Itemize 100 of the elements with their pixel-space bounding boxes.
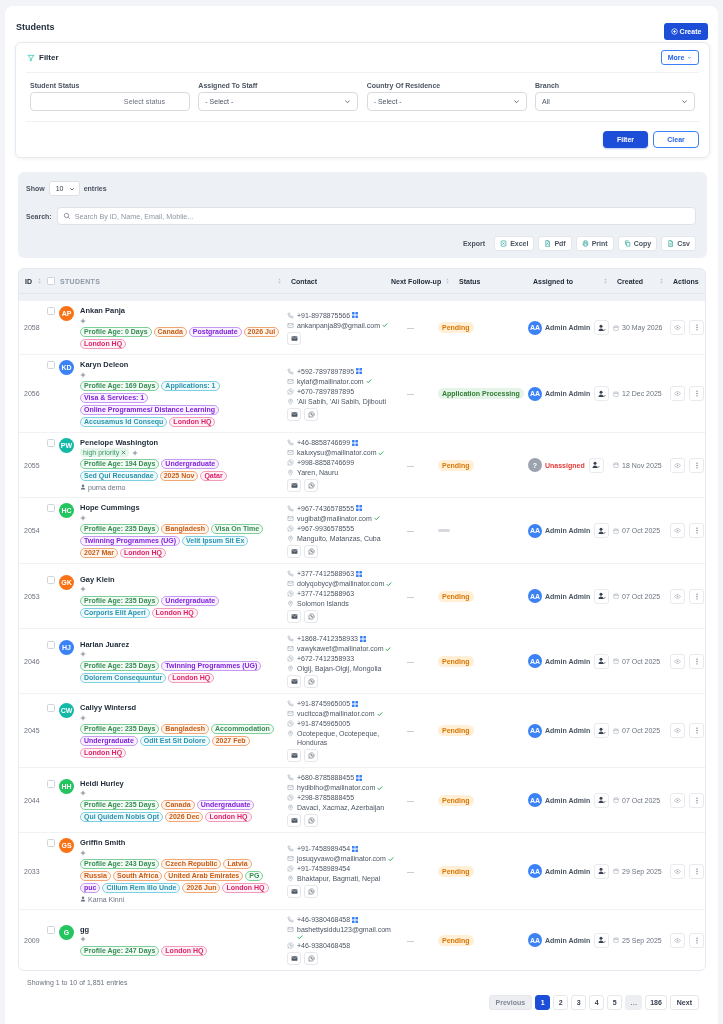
row-checkbox[interactable] [47,704,55,712]
eye-icon [674,461,681,469]
more-actions-button[interactable] [689,457,704,473]
funnel-icon [27,53,35,62]
assign-button[interactable] [594,723,610,738]
plus-icon[interactable] [80,371,86,378]
assign-button[interactable] [588,457,604,473]
view-button[interactable] [670,792,685,808]
plus-icon[interactable] [80,936,86,942]
location-pin-icon [287,534,294,542]
view-button[interactable] [670,932,685,948]
email-button[interactable] [287,407,301,421]
user-check-icon [597,796,606,804]
chat-bubble-icon [287,524,294,532]
chat-bubble-icon [307,955,315,962]
more-actions-button[interactable] [689,653,704,669]
plus-circle-icon [670,28,678,35]
view-button[interactable] [670,523,685,538]
row-checkbox[interactable] [47,575,55,584]
chevron-down-icon [681,98,688,105]
row-checkbox[interactable] [47,504,55,512]
more-actions-button[interactable] [689,723,704,738]
assign-button[interactable] [594,653,610,669]
eye-icon [674,867,681,875]
grid-icon [352,700,359,707]
phone-icon [287,439,294,446]
row-checkbox[interactable] [47,640,55,649]
select-all-checkbox[interactable] [47,277,55,285]
assign-button[interactable] [594,386,610,401]
row-checkbox[interactable] [47,307,55,315]
assign-button[interactable] [594,863,610,879]
row-checkbox[interactable] [47,439,55,447]
user-check-icon [597,592,606,600]
user-check-icon [597,867,606,875]
assign-button[interactable] [594,523,610,538]
plus-icon[interactable] [80,714,86,721]
user-check-icon [592,461,601,469]
email-button[interactable] [287,814,301,827]
close-icon[interactable] [121,450,127,455]
phone-icon [287,916,294,923]
plus-icon[interactable] [80,586,86,592]
email-button[interactable] [287,479,301,492]
user-check-icon [597,389,606,398]
plus-icon[interactable] [80,514,86,521]
chat-bubble-icon [287,865,294,872]
eye-icon [674,527,681,534]
envelope-icon [290,482,298,489]
email-button[interactable] [287,544,301,558]
email-button[interactable] [287,610,301,623]
envelope-icon [287,645,294,652]
assign-button[interactable] [594,320,610,335]
plus-icon[interactable] [80,317,86,324]
email-button[interactable] [287,749,301,762]
chat-bubble-icon [307,482,315,489]
row-checkbox[interactable] [47,361,55,369]
envelope-icon [287,580,294,587]
kebab-menu-icon [695,527,698,534]
chat-bubble-icon [287,655,294,662]
envelope-icon [290,955,298,962]
more-actions-button[interactable] [689,932,704,948]
row-checkbox[interactable] [47,779,55,788]
view-button[interactable] [670,723,685,738]
envelope-icon [287,377,294,385]
view-button[interactable] [670,320,685,335]
kebab-menu-icon [695,461,698,469]
view-button[interactable] [670,588,685,604]
email-button[interactable] [287,952,301,965]
more-actions-button[interactable] [689,792,704,808]
grid-icon [356,774,363,781]
view-button[interactable] [670,386,685,401]
chat-bubble-icon [287,720,294,727]
calendar-icon [613,937,619,943]
more-actions-button[interactable] [689,320,704,335]
view-button[interactable] [670,863,685,879]
assign-button[interactable] [594,792,610,808]
email-button[interactable] [287,675,301,688]
location-pin-icon [287,804,294,811]
phone-icon [287,367,294,375]
envelope-icon [290,547,298,555]
row-checkbox[interactable] [47,839,55,847]
eye-icon [674,657,681,665]
grid-icon [356,368,363,374]
location-pin-icon [287,469,294,476]
plus-icon[interactable] [80,849,86,856]
email-button[interactable] [287,885,301,898]
row-checkbox[interactable] [47,925,55,934]
grid-icon [352,916,359,923]
assign-button[interactable] [594,588,610,604]
more-actions-button[interactable] [689,386,704,401]
plus-icon[interactable] [80,790,86,796]
assign-button[interactable] [594,932,610,948]
more-actions-button[interactable] [689,588,704,604]
view-button[interactable] [670,653,685,669]
more-actions-button[interactable] [689,863,704,879]
plus-icon[interactable] [80,651,86,657]
email-button[interactable] [287,331,301,345]
envelope-icon [287,855,294,862]
view-button[interactable] [670,457,685,473]
plus-icon[interactable] [132,449,139,456]
more-actions-button[interactable] [689,523,704,538]
